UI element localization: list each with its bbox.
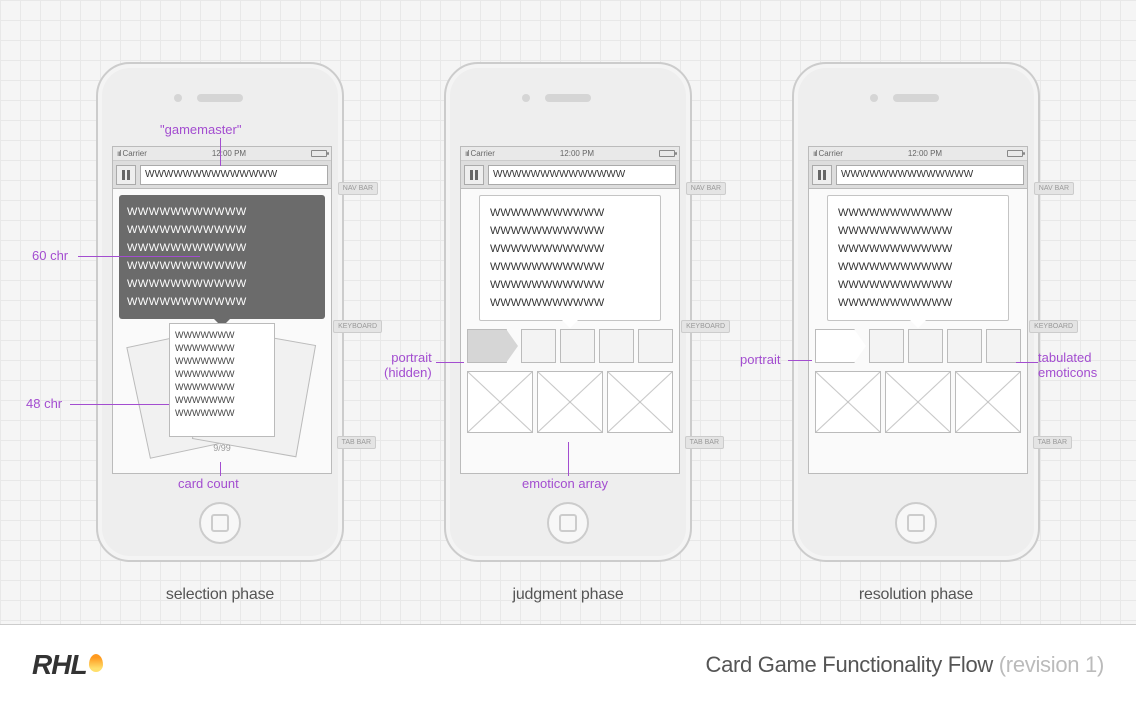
tab-slot[interactable]	[638, 329, 673, 363]
question-tooltip: WWWWWWWWWWWWWWWWWWWWWWWWWWWWWWWWW WWWWWW…	[479, 195, 661, 321]
emoticon-array	[815, 371, 1021, 433]
clock: 12:00 PM	[908, 149, 942, 158]
earpiece	[545, 94, 591, 102]
portrait-row	[467, 329, 673, 363]
caption-resolution: resolution phase	[792, 586, 1040, 604]
tab-slot[interactable]	[947, 329, 982, 363]
gamemaster-field: WWWWWWWWWWWWWW	[488, 165, 676, 185]
emoticon-slot[interactable]	[955, 371, 1021, 433]
emoticon-slot[interactable]	[607, 371, 673, 433]
anno-48chr: 48 chr	[26, 396, 62, 411]
guide-tabbar: TAB BAR	[685, 436, 724, 449]
battery-icon	[659, 150, 675, 157]
tab-slot[interactable]	[521, 329, 556, 363]
anno-portrait: portrait	[740, 352, 780, 367]
guide-tabbar: TAB BAR	[1033, 436, 1072, 449]
emoticon-array	[467, 371, 673, 433]
portrait-shown[interactable]	[815, 329, 865, 363]
caption-judgment: judgment phase	[444, 586, 692, 604]
portrait-row	[815, 329, 1021, 363]
emoticon-slot[interactable]	[467, 371, 533, 433]
card-stack: WWWWWWWWWWWWWWWWWWWWW WWWWWWWWWWWWWWWWWW…	[119, 323, 325, 451]
clock: 12:00 PM	[560, 149, 594, 158]
question-tooltip-60chr: WWWWWWWWWWWWWWWWWWWWWWWWWWWWWWWWW WWWWWW…	[119, 195, 325, 319]
anno-60chr: 60 chr	[32, 248, 68, 263]
signal-icon: ııl Carrier	[465, 149, 495, 158]
clock: 12:00 PM	[212, 149, 246, 158]
nav-bar: WWWWWWWWWWWWWW	[113, 161, 331, 189]
tab-slot[interactable]	[599, 329, 634, 363]
guide-navbar: NAV BAR	[686, 182, 726, 195]
guide-tabbar: TAB BAR	[337, 436, 376, 449]
card-front-48chr[interactable]: WWWWWWWWWWWWWWWWWWWWW WWWWWWWWWWWWWWWWWW…	[169, 323, 275, 437]
card-counter: 9/99	[119, 443, 325, 453]
guide-navbar: NAV BAR	[1034, 182, 1074, 195]
footer-bar: RHL Card Game Functionality Flow (revisi…	[0, 624, 1136, 704]
guide-keyboard: KEYBOARD	[333, 320, 382, 333]
wireframe-canvas: ııl Carrier 12:00 PM WWWWWWWWWWWWWW WWWW…	[0, 0, 1136, 624]
sensor-dot	[522, 94, 530, 102]
page-title: Card Game Functionality Flow (revision 1…	[705, 652, 1104, 678]
signal-icon: ııl Carrier	[813, 149, 843, 158]
screen: ııl Carrier 12:00 PM WWWWWWWWWWWWWW WWWW…	[460, 146, 680, 474]
logo: RHL	[32, 649, 103, 681]
phone-selection: ııl Carrier 12:00 PM WWWWWWWWWWWWWW WWWW…	[96, 62, 344, 604]
earpiece	[197, 94, 243, 102]
status-bar: ııl Carrier 12:00 PM	[809, 147, 1027, 161]
nav-bar: WWWWWWWWWWWWWW	[809, 161, 1027, 189]
battery-icon	[311, 150, 327, 157]
battery-icon	[1007, 150, 1023, 157]
sensor-dot	[174, 94, 182, 102]
phone-frame: ııl Carrier 12:00 PM WWWWWWWWWWWWWW WWWW…	[96, 62, 344, 562]
guide-keyboard: KEYBOARD	[681, 320, 730, 333]
tab-slot[interactable]	[986, 329, 1021, 363]
flame-icon	[89, 654, 103, 672]
pause-button[interactable]	[812, 165, 832, 185]
gamemaster-field: WWWWWWWWWWWWWW	[836, 165, 1024, 185]
portrait-hidden[interactable]	[467, 329, 517, 363]
status-bar: ııl Carrier 12:00 PM	[113, 147, 331, 161]
anno-tab-emoticons: tabulated emoticons	[1038, 350, 1097, 380]
phone-judgment: ııl Carrier 12:00 PM WWWWWWWWWWWWWW WWWW…	[444, 62, 692, 604]
gamemaster-field: WWWWWWWWWWWWWW	[140, 165, 328, 185]
caption-selection: selection phase	[96, 586, 344, 604]
screen: ııl Carrier 12:00 PM WWWWWWWWWWWWWW WWWW…	[112, 146, 332, 474]
tab-slot[interactable]	[869, 329, 904, 363]
pause-button[interactable]	[464, 165, 484, 185]
sensor-dot	[870, 94, 878, 102]
status-bar: ııl Carrier 12:00 PM	[461, 147, 679, 161]
screen: ııl Carrier 12:00 PM WWWWWWWWWWWWWW WWWW…	[808, 146, 1028, 474]
home-button[interactable]	[547, 502, 589, 544]
nav-bar: WWWWWWWWWWWWWW	[461, 161, 679, 189]
phone-frame: ııl Carrier 12:00 PM WWWWWWWWWWWWWW WWWW…	[792, 62, 1040, 562]
emoticon-slot[interactable]	[537, 371, 603, 433]
pause-button[interactable]	[116, 165, 136, 185]
anno-portrait-hidden: portrait (hidden)	[384, 350, 432, 380]
guide-navbar: NAV BAR	[338, 182, 378, 195]
signal-icon: ııl Carrier	[117, 149, 147, 158]
emoticon-slot[interactable]	[815, 371, 881, 433]
earpiece	[893, 94, 939, 102]
phone-frame: ııl Carrier 12:00 PM WWWWWWWWWWWWWW WWWW…	[444, 62, 692, 562]
question-tooltip: WWWWWWWWWWWWWWWWWWWWWWWWWWWWWWWWW WWWWWW…	[827, 195, 1009, 321]
phone-resolution: ııl Carrier 12:00 PM WWWWWWWWWWWWWW WWWW…	[792, 62, 1040, 604]
tab-slot[interactable]	[560, 329, 595, 363]
home-button[interactable]	[895, 502, 937, 544]
guide-keyboard: KEYBOARD	[1029, 320, 1078, 333]
home-button[interactable]	[199, 502, 241, 544]
emoticon-slot[interactable]	[885, 371, 951, 433]
tab-slot[interactable]	[908, 329, 943, 363]
